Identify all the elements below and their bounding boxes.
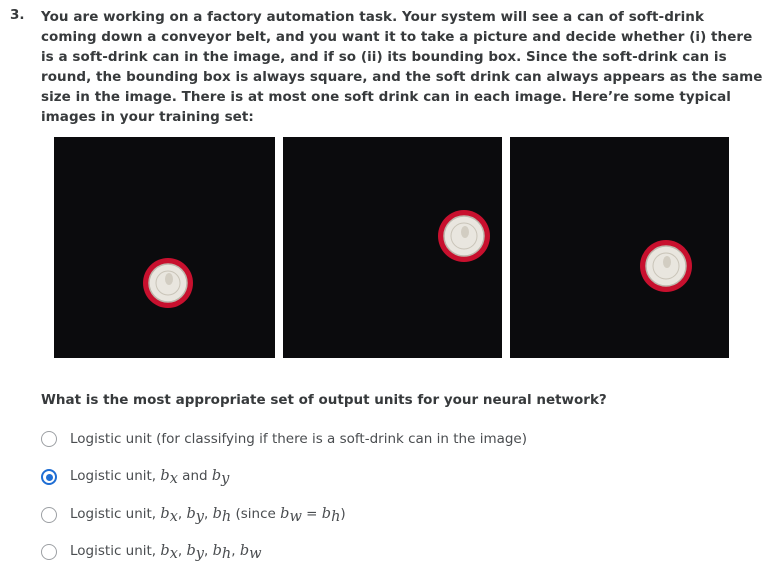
can-photo	[283, 137, 502, 358]
question-prompt: What is the most appropriate set of outp…	[41, 392, 607, 408]
quiz-page: 3. You are working on a factory automati…	[0, 0, 770, 588]
option-label: Logistic unit, bx and by	[70, 467, 230, 487]
question-number: 3.	[10, 7, 25, 23]
answer-option-1[interactable]: Logistic unit (for classifying if there …	[41, 428, 527, 450]
option-label: Logistic unit (for classifying if there …	[70, 431, 528, 447]
question-text: You are working on a factory automation …	[41, 9, 763, 125]
radio-button[interactable]	[41, 507, 57, 523]
training-image-2	[283, 137, 502, 358]
can-photo	[510, 137, 729, 358]
radio-button-selected[interactable]	[41, 469, 57, 485]
radio-button[interactable]	[41, 544, 57, 560]
training-image-3	[510, 137, 729, 358]
can-photo	[54, 137, 275, 358]
training-image-1	[54, 137, 275, 358]
answer-option-3[interactable]: Logistic unit, bx, by, bh (since bw = bh…	[41, 504, 346, 526]
option-label: Logistic unit, bx, by, bh, bw	[70, 542, 262, 562]
answer-option-2[interactable]: Logistic unit, bx and by	[41, 466, 229, 488]
radio-button[interactable]	[41, 431, 57, 447]
option-label: Logistic unit, bx, by, bh (since bw = bh…	[70, 505, 346, 525]
answer-option-4[interactable]: Logistic unit, bx, by, bh, bw	[41, 541, 262, 563]
